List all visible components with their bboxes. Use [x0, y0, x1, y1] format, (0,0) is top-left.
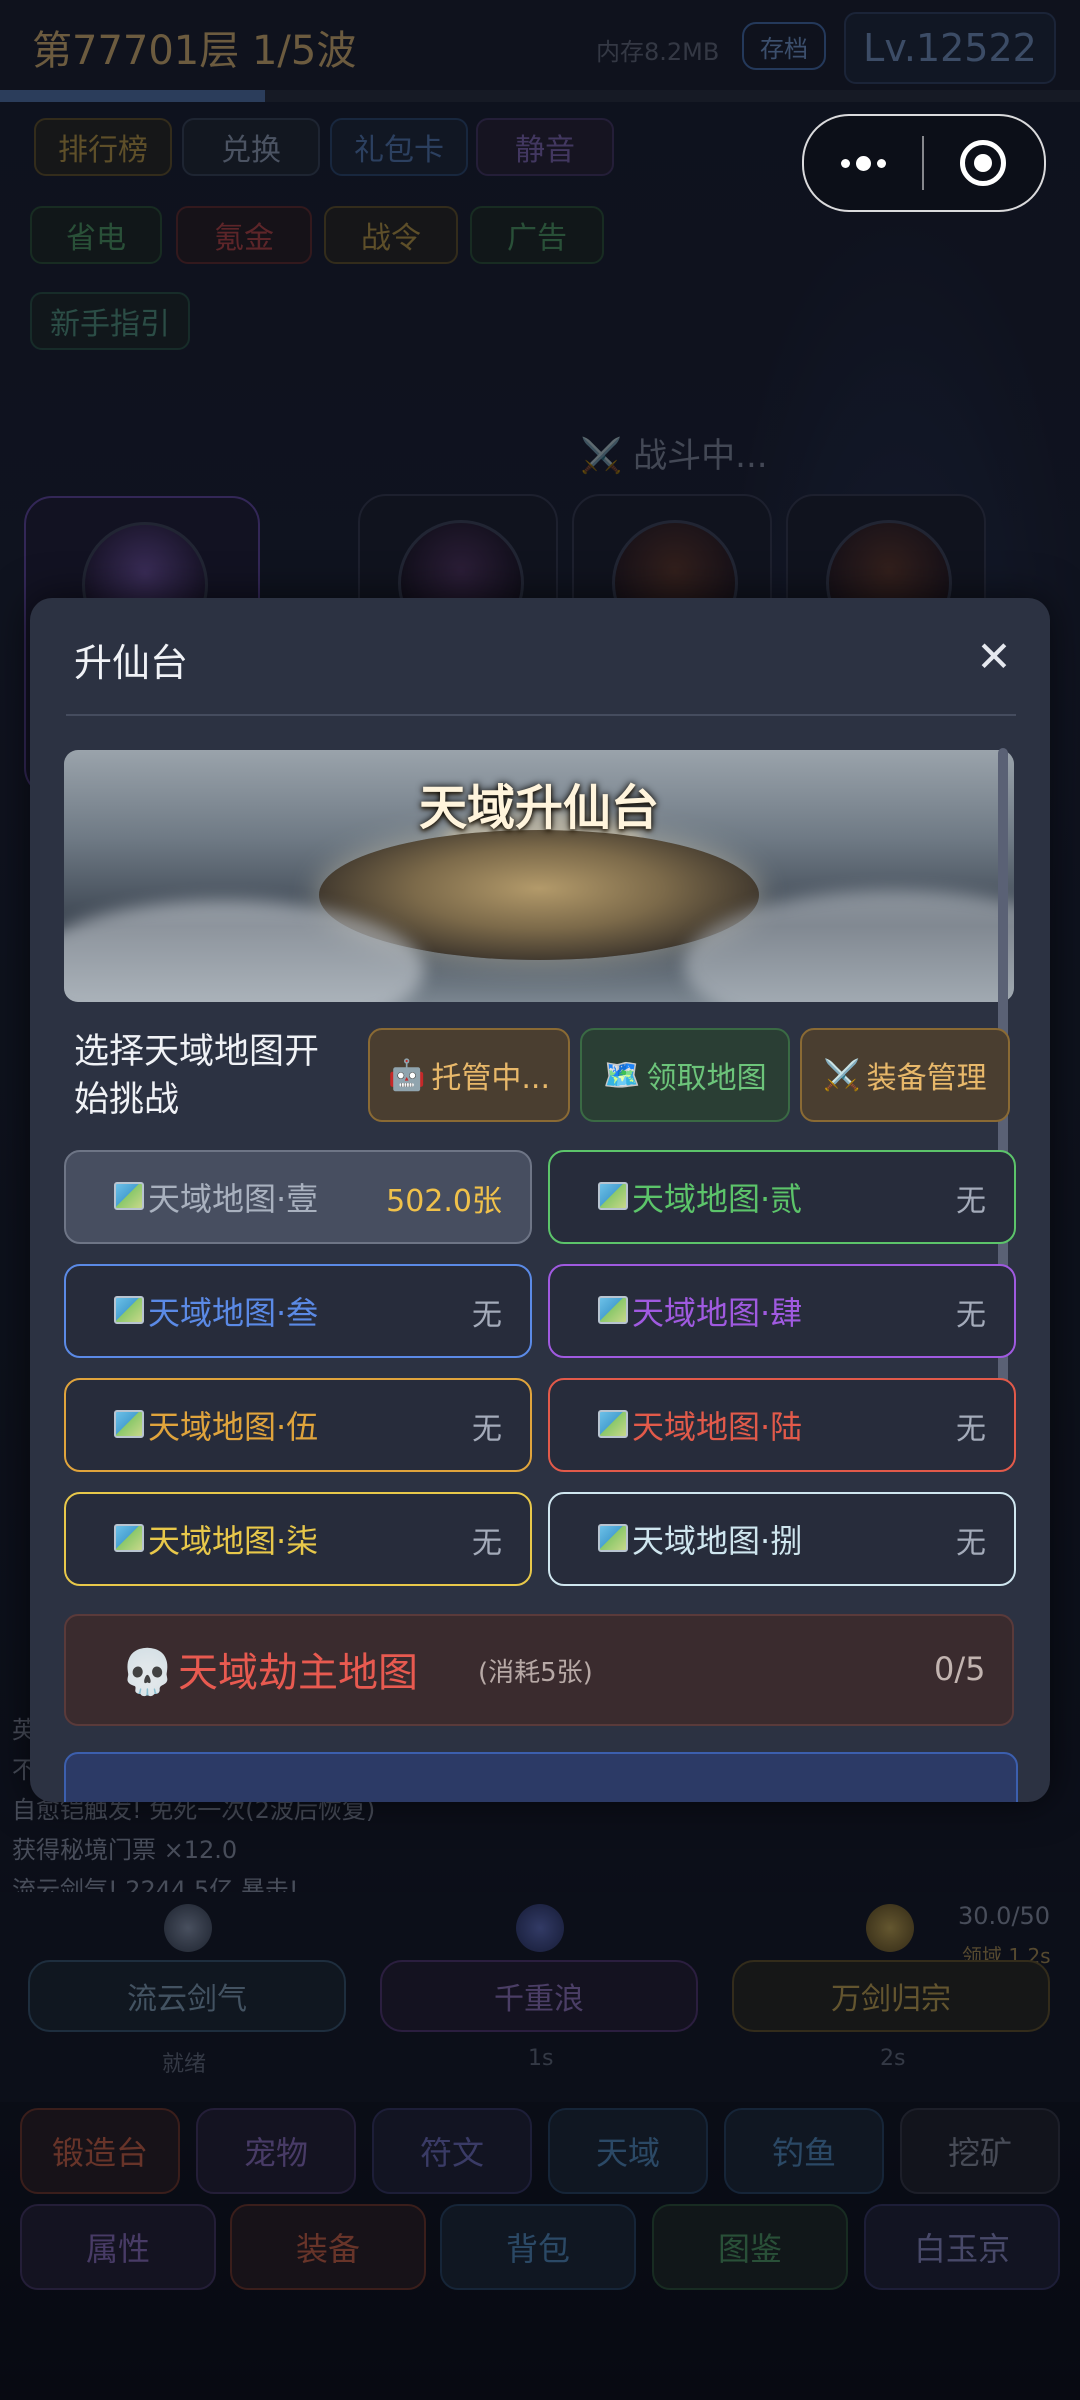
- top-up-button[interactable]: 氪金: [176, 206, 312, 264]
- memory-label: 内存8.2MB: [596, 38, 720, 66]
- nav-attributes[interactable]: 属性: [20, 2204, 216, 2290]
- map-name: 天域地图·柒: [148, 1522, 319, 1560]
- nav-heaven-domain[interactable]: 天域: [548, 2108, 708, 2194]
- equipment-manage-button[interactable]: ⚔️ 装备管理: [800, 1028, 1010, 1122]
- nav-pets[interactable]: 宠物: [196, 2108, 356, 2194]
- mute-button[interactable]: 静音: [476, 118, 614, 176]
- wave-progress-bar: [0, 90, 1080, 102]
- map-card-2[interactable]: 天域地图·贰 无: [548, 1150, 1016, 1244]
- beginner-guide-button[interactable]: 新手指引: [30, 292, 190, 350]
- map-card-4[interactable]: 天域地图·肆 无: [548, 1264, 1016, 1358]
- miniprogram-capsule: [802, 114, 1046, 212]
- modal-title: 升仙台: [74, 641, 189, 685]
- map-count: 无: [956, 1298, 986, 1333]
- boss-map-progress: 0/5: [934, 1650, 986, 1688]
- nav-jade-capital[interactable]: 白玉京: [864, 2204, 1060, 2290]
- nav-forge[interactable]: 锻造台: [20, 2108, 180, 2194]
- map-icon: [598, 1410, 628, 1438]
- map-count: 无: [956, 1412, 986, 1447]
- map-icon: [598, 1524, 628, 1552]
- map-name: 天域地图·肆: [632, 1294, 803, 1332]
- modal-divider: [66, 714, 1016, 716]
- ascension-banner: 天域升仙台: [64, 750, 1014, 1002]
- map-icon: [114, 1296, 144, 1324]
- map-count: 无: [956, 1184, 986, 1219]
- nav-runes[interactable]: 符文: [372, 2108, 532, 2194]
- status-bar: 第77701层 1/5波 内存8.2MB 存档 Lv.12522: [0, 0, 1080, 96]
- map-icon: [114, 1524, 144, 1552]
- map-card-7[interactable]: 天域地图·柒 无: [64, 1492, 532, 1586]
- auto-manage-button[interactable]: 🤖 托管中...: [368, 1028, 570, 1122]
- map-count: 无: [472, 1526, 502, 1561]
- wave-icon: [516, 1904, 564, 1952]
- claim-map-label: 领取地图: [646, 1061, 767, 1096]
- map-count: 无: [956, 1526, 986, 1561]
- robot-icon: 🤖: [388, 1057, 426, 1093]
- nav-codex[interactable]: 图鉴: [652, 2204, 848, 2290]
- log-line: 获得秘境门票 ×12.0: [12, 1836, 238, 1864]
- map-card-5[interactable]: 天域地图·伍 无: [64, 1378, 532, 1472]
- exit-miniprogram-icon[interactable]: [924, 116, 1042, 210]
- skill-button-cloud-sword[interactable]: 流云剑气: [28, 1960, 346, 2032]
- cloud-sword-icon: [164, 1904, 212, 1952]
- wave-progress-fill: [0, 90, 265, 102]
- skill-state: 1s: [528, 2046, 554, 2071]
- map-card-1[interactable]: 天域地图·壹 502.0张: [64, 1150, 532, 1244]
- map-icon: [598, 1296, 628, 1324]
- map-icon: [114, 1182, 144, 1210]
- ascension-modal: 升仙台 ✕ 天域升仙台 选择天域地图开始挑战 🤖 托管中... 🗺️ 领取地图 ⚔️…: [30, 598, 1050, 1802]
- nav-mining[interactable]: 挖矿: [900, 2108, 1060, 2194]
- floor-wave-label: 第77701层 1/5波: [32, 28, 357, 74]
- nav-equipment[interactable]: 装备: [230, 2204, 426, 2290]
- boss-map-card[interactable]: 💀 天域劫主地图 (消耗5张) 0/5: [64, 1614, 1014, 1726]
- map-count: 502.0张: [386, 1184, 502, 1219]
- save-button[interactable]: 存档: [742, 22, 826, 70]
- nav-backpack[interactable]: 背包: [440, 2204, 636, 2290]
- boss-map-cost: (消耗5张): [478, 1658, 593, 1688]
- auto-manage-label: 托管中...: [431, 1061, 550, 1096]
- skill-button-ten-thousand-swords[interactable]: 万剑归宗: [732, 1960, 1050, 2032]
- map-card-6[interactable]: 天域地图·陆 无: [548, 1378, 1016, 1472]
- ads-button[interactable]: 广告: [470, 206, 604, 264]
- battle-status: ⚔️ 战斗中...: [580, 436, 768, 476]
- map-icon: 🗺️: [603, 1057, 641, 1093]
- boss-map-name: 天域劫主地图: [178, 1650, 418, 1696]
- map-card-8[interactable]: 天域地图·捌 无: [548, 1492, 1016, 1586]
- map-card-3[interactable]: 天域地图·叁 无: [64, 1264, 532, 1358]
- map-icon: [598, 1182, 628, 1210]
- battle-pass-button[interactable]: 战令: [324, 206, 458, 264]
- map-count: 无: [472, 1298, 502, 1333]
- map-name: 天域地图·贰: [632, 1180, 803, 1218]
- equipment-manage-label: 装备管理: [866, 1061, 987, 1096]
- swords-icon: [866, 1904, 914, 1952]
- map-name: 天域地图·陆: [632, 1408, 803, 1446]
- map-name: 天域地图·壹: [148, 1180, 319, 1218]
- skill-button-wave[interactable]: 千重浪: [380, 1960, 698, 2032]
- next-card-partial[interactable]: [64, 1752, 1018, 1802]
- banner-title: 天域升仙台: [418, 780, 659, 836]
- choose-map-prompt: 选择天域地图开始挑战: [74, 1032, 320, 1120]
- leaderboard-button[interactable]: 排行榜: [34, 118, 172, 176]
- map-icon: [114, 1410, 144, 1438]
- more-menu-icon[interactable]: [804, 116, 922, 210]
- map-name: 天域地图·伍: [148, 1408, 319, 1446]
- power-save-button[interactable]: 省电: [30, 206, 162, 264]
- skill-state: 2s: [880, 2046, 906, 2071]
- skill-state: 就绪: [162, 2052, 207, 2077]
- claim-map-button[interactable]: 🗺️ 领取地图: [580, 1028, 790, 1122]
- player-level-badge: Lv.12522: [844, 12, 1056, 84]
- skill-energy: 30.0/50: [958, 1902, 1051, 1930]
- skull-icon: 💀: [120, 1647, 175, 1698]
- nav-fishing[interactable]: 钓鱼: [724, 2108, 884, 2194]
- redeem-button[interactable]: 兑换: [182, 118, 320, 176]
- map-name: 天域地图·叁: [148, 1294, 319, 1332]
- crossed-swords-icon: ⚔️: [823, 1057, 861, 1093]
- gift-card-button[interactable]: 礼包卡: [330, 118, 468, 176]
- map-count: 无: [472, 1412, 502, 1447]
- close-icon[interactable]: ✕: [964, 626, 1024, 686]
- map-name: 天域地图·捌: [632, 1522, 803, 1560]
